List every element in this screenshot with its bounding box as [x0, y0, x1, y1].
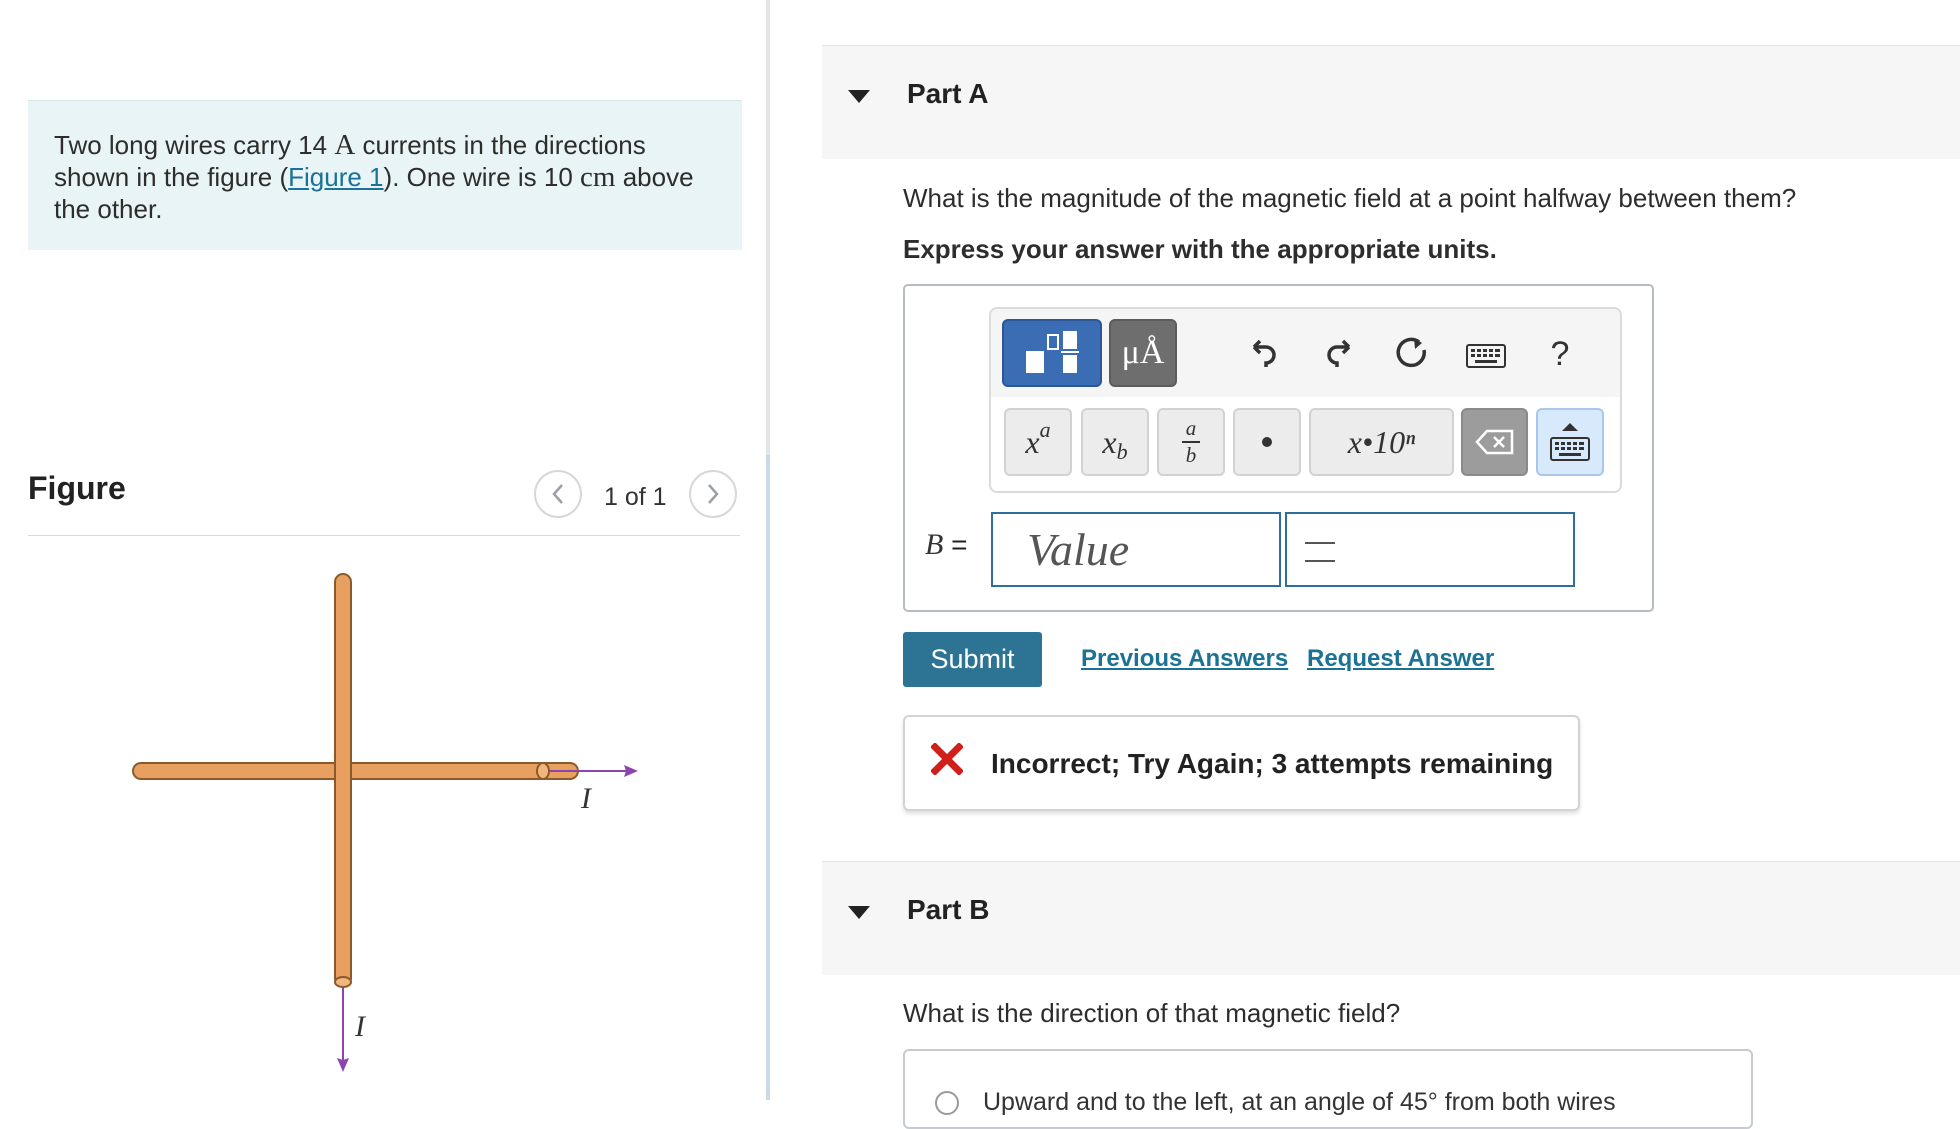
figure-next-button[interactable]: [689, 470, 737, 518]
figure-title: Figure: [28, 470, 126, 506]
fraction-button[interactable]: a b: [1157, 408, 1225, 476]
keyboard-icon: [1550, 437, 1590, 461]
sci-label: x•10ⁿ: [1347, 423, 1416, 460]
reset-icon[interactable]: [1390, 332, 1434, 376]
horizontal-wire: [132, 762, 579, 780]
redo-icon[interactable]: [1318, 332, 1362, 376]
part-b-title: Part B: [907, 894, 990, 925]
previous-answers-link[interactable]: Previous Answers: [1081, 645, 1288, 673]
distance-unit: cm: [580, 161, 616, 193]
figure-prev-button[interactable]: [534, 470, 582, 518]
wires-figure: I I: [132, 573, 638, 1072]
subscript-base: x: [1102, 423, 1117, 460]
request-answer-link[interactable]: Request Answer: [1307, 645, 1494, 673]
part-b-header[interactable]: Part B: [822, 861, 1960, 975]
backspace-button[interactable]: [1461, 408, 1528, 476]
superscript-button[interactable]: xa: [1004, 408, 1072, 476]
caret-down-icon[interactable]: [848, 90, 870, 103]
vertical-wire: [334, 573, 352, 987]
part-b-question: What is the direction of that magnetic f…: [903, 998, 1401, 1028]
part-a-title: Part A: [907, 78, 989, 109]
dot-icon: [1262, 437, 1272, 447]
options-box: Upward and to the left, at an angle of 4…: [903, 1049, 1753, 1129]
current-label-vertical: I: [354, 1010, 367, 1043]
feedback-box: Incorrect; Try Again; 3 attempts remaini…: [903, 715, 1580, 811]
backspace-icon: [1474, 429, 1513, 455]
problem-statement: Two long wires carry 14 A currents in th…: [28, 100, 742, 250]
value-input[interactable]: Value: [991, 512, 1281, 587]
current-label-horizontal: I: [580, 782, 593, 815]
current-unit: A: [334, 129, 356, 161]
keyboard-icon[interactable]: [1464, 334, 1508, 378]
fraction-numerator: a: [1185, 416, 1197, 440]
units-input[interactable]: [1285, 512, 1575, 587]
chevron-left-icon: [552, 484, 563, 504]
horizontal-wire-end: [536, 762, 550, 780]
option-radio[interactable]: [935, 1091, 959, 1115]
option-label[interactable]: Upward and to the left, at an angle of 4…: [983, 1088, 1616, 1117]
pane-scrollbar[interactable]: [766, 455, 770, 1100]
equals-icon: [1305, 542, 1335, 562]
scientific-notation-button[interactable]: x•10ⁿ: [1309, 408, 1454, 476]
submit-button[interactable]: Submit: [903, 632, 1042, 687]
part-a-question: What is the magnitude of the magnetic fi…: [903, 183, 1797, 213]
arrowhead-right-icon: [624, 765, 638, 777]
superscript-exp: a: [1039, 417, 1051, 442]
problem-text: Two long wires carry 14: [54, 130, 335, 160]
feedback-text: Incorrect; Try Again; 3 attempts remaini…: [991, 748, 1554, 779]
figure-link[interactable]: Figure 1: [288, 162, 383, 192]
units-button[interactable]: μÅ: [1109, 319, 1177, 387]
help-button[interactable]: ?: [1538, 332, 1582, 376]
undo-icon[interactable]: [1241, 332, 1285, 376]
chevron-up-icon: [1562, 423, 1578, 431]
variable-label: B =: [925, 528, 968, 561]
multiply-dot-button[interactable]: [1233, 408, 1301, 476]
subscript-sub: b: [1116, 439, 1128, 464]
vertical-wire-end: [334, 976, 352, 988]
templates-icon: [1026, 331, 1079, 373]
fraction-denominator: b: [1185, 443, 1197, 467]
superscript-base: x: [1025, 423, 1040, 460]
incorrect-x-icon: [931, 743, 963, 775]
problem-text: ). One wire is 10: [383, 162, 581, 192]
subscript-button[interactable]: xb: [1081, 408, 1149, 476]
chevron-right-icon: [708, 484, 719, 504]
figure-counter: 1 of 1: [604, 483, 667, 511]
keyboard-toggle-button[interactable]: [1536, 408, 1604, 476]
arrowhead-down-icon: [337, 1058, 349, 1072]
part-a-header[interactable]: Part A: [822, 45, 1960, 159]
part-a-instruction: Express your answer with the appropriate…: [903, 234, 1497, 264]
divider: [28, 535, 740, 536]
templates-button[interactable]: [1002, 319, 1102, 387]
caret-down-icon[interactable]: [848, 906, 870, 919]
